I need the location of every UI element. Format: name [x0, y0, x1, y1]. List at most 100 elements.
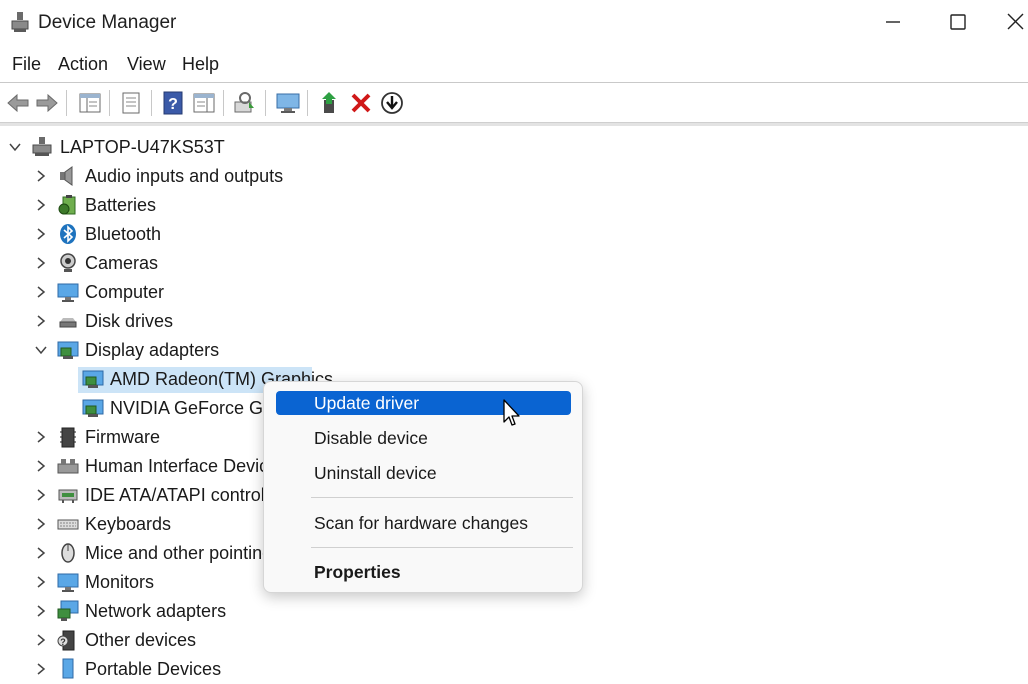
chevron-down-icon[interactable] — [34, 343, 48, 357]
chevron-right-icon[interactable] — [34, 604, 48, 618]
toolbar-separator — [66, 90, 67, 116]
monitor-icon[interactable] — [275, 90, 301, 116]
disk-drive-icon — [59, 318, 77, 328]
download-icon[interactable] — [379, 90, 405, 116]
context-menu-uninstall-device[interactable]: Uninstall device — [276, 461, 571, 485]
chevron-right-icon[interactable] — [34, 256, 48, 270]
tree-item-keyboards[interactable]: Keyboards — [0, 511, 263, 539]
network-adapter-icon — [57, 600, 79, 621]
chevron-down-icon[interactable] — [8, 140, 22, 154]
chevron-right-icon[interactable] — [34, 169, 48, 183]
context-menu-item-label: Disable device — [314, 428, 428, 448]
speaker-icon — [60, 166, 73, 186]
tree-item-label: Human Interface Devices — [85, 456, 263, 476]
context-menu-update-driver[interactable]: Update driver — [276, 391, 571, 415]
tree-item-mice[interactable]: Mice and other pointing — [0, 540, 263, 568]
menu-view[interactable]: View — [127, 54, 166, 75]
uninstall-icon[interactable] — [348, 90, 374, 116]
back-icon[interactable] — [5, 90, 31, 116]
menu-file[interactable]: File — [12, 54, 41, 75]
device-manager-icon — [11, 12, 29, 32]
display-adapter-icon — [57, 341, 79, 359]
context-menu-properties[interactable]: Properties — [276, 560, 571, 584]
chevron-right-icon[interactable] — [34, 546, 48, 560]
tree-item-other-devices[interactable]: ? Other devices — [0, 627, 300, 655]
tree-item-display-adapters[interactable]: Display adapters — [0, 337, 400, 365]
chevron-right-icon[interactable] — [34, 575, 48, 589]
tree-item-label: Firmware — [85, 427, 160, 447]
tree-item-label: Keyboards — [85, 514, 172, 534]
chevron-right-icon[interactable] — [34, 459, 48, 473]
tree-item-label: Monitors — [85, 572, 155, 592]
tree-item-label: Computer — [85, 282, 165, 302]
tree-item-label: Other devices — [85, 630, 197, 650]
tree-item-computer[interactable]: Computer — [0, 279, 400, 307]
tree-item-label: Cameras — [85, 253, 159, 273]
tree-device-nvidia-geforce[interactable]: NVIDIA GeForce GTX — [0, 395, 300, 423]
context-menu-disable-device[interactable]: Disable device — [276, 426, 571, 450]
properties-icon[interactable] — [118, 90, 144, 116]
camera-icon — [60, 253, 76, 272]
tree-item-label: Batteries — [85, 195, 157, 215]
bluetooth-icon — [60, 224, 76, 244]
mouse-icon — [61, 543, 75, 563]
context-menu-item-label: Update driver — [314, 393, 420, 413]
monitor-icon — [57, 573, 79, 592]
chevron-right-icon[interactable] — [34, 633, 48, 647]
maximize-icon[interactable] — [935, 4, 981, 40]
forward-icon[interactable] — [34, 90, 60, 116]
context-menu-separator — [311, 547, 573, 548]
toolbar: ? — [0, 84, 1028, 122]
tree-item-label: Mice and other pointing — [85, 543, 263, 563]
show-hide-console-tree-icon[interactable] — [77, 90, 103, 116]
tree-item-firmware[interactable]: Firmware — [0, 424, 300, 452]
context-menu-scan-hardware[interactable]: Scan for hardware changes — [276, 511, 571, 535]
chevron-right-icon[interactable] — [34, 285, 48, 299]
chevron-right-icon[interactable] — [34, 198, 48, 212]
tree-root[interactable]: LAPTOP-U47KS53T — [0, 134, 400, 162]
tree-item-ide-controllers[interactable]: IDE ATA/ATAPI controllers — [0, 482, 263, 510]
chevron-right-icon[interactable] — [34, 314, 48, 328]
toolbar-separator — [265, 90, 266, 116]
display-adapter-icon — [82, 370, 104, 388]
tree-item-disk-drives[interactable]: Disk drives — [0, 308, 400, 336]
tree-device-label: NVIDIA GeForce GTX — [110, 398, 287, 418]
menu-help[interactable]: Help — [182, 54, 219, 75]
tree-item-monitors[interactable]: Monitors — [0, 569, 263, 597]
toolbar-separator — [223, 90, 224, 116]
title-bar: Device Manager — [0, 0, 1028, 45]
tree-item-network-adapters[interactable]: Network adapters — [0, 598, 300, 626]
menu-divider — [0, 82, 1028, 83]
tree-item-batteries[interactable]: Batteries — [0, 192, 400, 220]
tree-item-bluetooth[interactable]: Bluetooth — [0, 221, 400, 249]
tree-item-audio[interactable]: Audio inputs and outputs — [0, 163, 400, 191]
tree-item-label: Bluetooth — [85, 224, 162, 244]
chevron-right-icon[interactable] — [34, 227, 48, 241]
tree-item-portable-devices[interactable]: Portable Devices — [0, 656, 300, 684]
update-driver-icon[interactable] — [318, 90, 344, 116]
computer-icon — [57, 283, 79, 302]
context-menu: Update driver Disable device Uninstall d… — [263, 381, 583, 593]
tree-root-label: LAPTOP-U47KS53T — [60, 137, 225, 157]
close-icon[interactable] — [995, 4, 1028, 40]
menu-action[interactable]: Action — [58, 54, 108, 75]
hid-icon — [57, 459, 79, 474]
chevron-right-icon[interactable] — [34, 488, 48, 502]
action-pane-icon[interactable] — [191, 90, 217, 116]
computer-root-icon — [32, 137, 52, 156]
window-title: Device Manager — [38, 12, 177, 33]
scan-hardware-icon[interactable] — [232, 90, 258, 116]
context-menu-item-label: Properties — [314, 562, 401, 582]
firmware-icon — [60, 427, 76, 448]
tree-item-label: Audio inputs and outputs — [85, 166, 284, 186]
tree-item-label: Display adapters — [85, 340, 220, 360]
minimize-icon[interactable] — [870, 4, 916, 40]
tree-item-cameras[interactable]: Cameras — [0, 250, 400, 278]
context-menu-item-label: Scan for hardware changes — [314, 513, 529, 533]
chevron-right-icon[interactable] — [34, 517, 48, 531]
chevron-right-icon[interactable] — [34, 430, 48, 444]
chevron-right-icon[interactable] — [34, 662, 48, 676]
tree-item-label: Disk drives — [85, 311, 174, 331]
tree-item-human-interface-devices[interactable]: Human Interface Devices — [0, 453, 263, 481]
help-icon[interactable]: ? — [160, 90, 186, 116]
